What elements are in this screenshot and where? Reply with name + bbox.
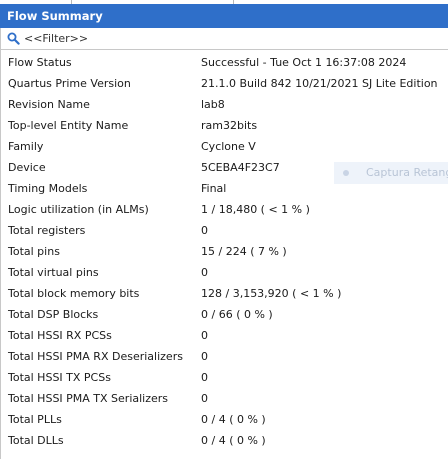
summary-row-value: 0 bbox=[201, 266, 208, 279]
summary-row-value: lab8 bbox=[201, 98, 225, 111]
summary-row-value: 0 bbox=[201, 224, 208, 237]
summary-row[interactable]: Family Cyclone V bbox=[1, 136, 448, 157]
summary-row-key: Total HSSI TX PCSs bbox=[8, 371, 111, 384]
summary-row-value: Final bbox=[201, 182, 227, 195]
summary-row-value: 15 / 224 ( 7 % ) bbox=[201, 245, 287, 258]
panel-title-bar: Flow Summary bbox=[0, 4, 448, 28]
summary-row-value: 0 / 4 ( 0 % ) bbox=[201, 413, 266, 426]
summary-row[interactable]: Top-level Entity Name ram32bits bbox=[1, 115, 448, 136]
summary-row-key: Family bbox=[8, 140, 44, 153]
flow-summary-table: Flow Status Successful - Tue Oct 1 16:37:… bbox=[0, 50, 448, 459]
summary-row[interactable]: Total HSSI PMA RX Deserializers 0 bbox=[1, 346, 448, 367]
summary-row-key: Timing Models bbox=[8, 182, 88, 195]
summary-row-value: 128 / 3,153,920 ( < 1 % ) bbox=[201, 287, 342, 300]
summary-row-key: Top-level Entity Name bbox=[8, 119, 129, 132]
summary-row-value: 21.1.0 Build 842 10/21/2021 SJ Lite Edit… bbox=[201, 77, 438, 90]
summary-row-key: Total PLLs bbox=[8, 413, 62, 426]
summary-row-key: Device bbox=[8, 161, 46, 174]
panel-title: Flow Summary bbox=[7, 9, 103, 23]
summary-row[interactable]: Total HSSI PMA TX Serializers 0 bbox=[1, 388, 448, 409]
summary-row[interactable]: Total DSP Blocks 0 / 66 ( 0 % ) bbox=[1, 304, 448, 325]
summary-row-value: 0 / 4 ( 0 % ) bbox=[201, 434, 266, 447]
summary-row[interactable]: Flow Status Successful - Tue Oct 1 16:37:… bbox=[1, 52, 448, 73]
summary-row-key: Total pins bbox=[8, 245, 60, 258]
summary-row-key: Total HSSI PMA TX Serializers bbox=[8, 392, 169, 405]
summary-row-value: 0 bbox=[201, 350, 208, 363]
summary-row[interactable]: Total pins 15 / 224 ( 7 % ) bbox=[1, 241, 448, 262]
filter-bar[interactable] bbox=[0, 28, 448, 50]
summary-row-key: Total DLLs bbox=[8, 434, 64, 447]
summary-row-value: Successful - Tue Oct 1 16:37:08 2024 bbox=[201, 56, 407, 69]
summary-row-value: 0 bbox=[201, 371, 208, 384]
summary-row[interactable]: Total block memory bits 128 / 3,153,920 (… bbox=[1, 283, 448, 304]
summary-row[interactable]: Total virtual pins 0 bbox=[1, 262, 448, 283]
summary-row-key: Total HSSI RX PCSs bbox=[8, 329, 112, 342]
summary-row-value: 0 bbox=[201, 392, 208, 405]
record-dot-icon bbox=[343, 170, 349, 176]
summary-row-value: 5CEBA4F23C7 bbox=[201, 161, 280, 174]
summary-row-key: Logic utilization (in ALMs) bbox=[8, 203, 149, 216]
summary-row-value: 0 / 66 ( 0 % ) bbox=[201, 308, 273, 321]
capture-overlay-tooltip: Captura Retang bbox=[334, 162, 448, 184]
summary-row-key: Total virtual pins bbox=[8, 266, 99, 279]
summary-row-value: Cyclone V bbox=[201, 140, 256, 153]
summary-row[interactable]: Total registers 0 bbox=[1, 220, 448, 241]
summary-row[interactable]: Total HSSI RX PCSs 0 bbox=[1, 325, 448, 346]
summary-row-key: Flow Status bbox=[8, 56, 72, 69]
summary-row[interactable]: Logic utilization (in ALMs) 1 / 18,480 ( … bbox=[1, 199, 448, 220]
summary-row-value: 0 bbox=[201, 329, 208, 342]
summary-row-key: Total block memory bits bbox=[8, 287, 140, 300]
summary-row[interactable]: Total HSSI TX PCSs 0 bbox=[1, 367, 448, 388]
summary-row-key: Total HSSI PMA RX Deserializers bbox=[8, 350, 183, 363]
summary-row-key: Total DSP Blocks bbox=[8, 308, 99, 321]
summary-row[interactable]: Quartus Prime Version 21.1.0 Build 842 10… bbox=[1, 73, 448, 94]
summary-row[interactable]: Total PLLs 0 / 4 ( 0 % ) bbox=[1, 409, 448, 430]
summary-row-value: ram32bits bbox=[201, 119, 258, 132]
summary-row-value: 1 / 18,480 ( < 1 % ) bbox=[201, 203, 310, 216]
overlay-label: Captura Retang bbox=[366, 166, 448, 179]
summary-row-key: Revision Name bbox=[8, 98, 90, 111]
summary-row-key: Quartus Prime Version bbox=[8, 77, 131, 90]
summary-row[interactable]: Total DLLs 0 / 4 ( 0 % ) bbox=[1, 430, 448, 451]
summary-row-key: Total registers bbox=[8, 224, 86, 237]
summary-row[interactable]: Revision Name lab8 bbox=[1, 94, 448, 115]
filter-input[interactable] bbox=[24, 30, 424, 47]
search-icon bbox=[7, 32, 20, 45]
